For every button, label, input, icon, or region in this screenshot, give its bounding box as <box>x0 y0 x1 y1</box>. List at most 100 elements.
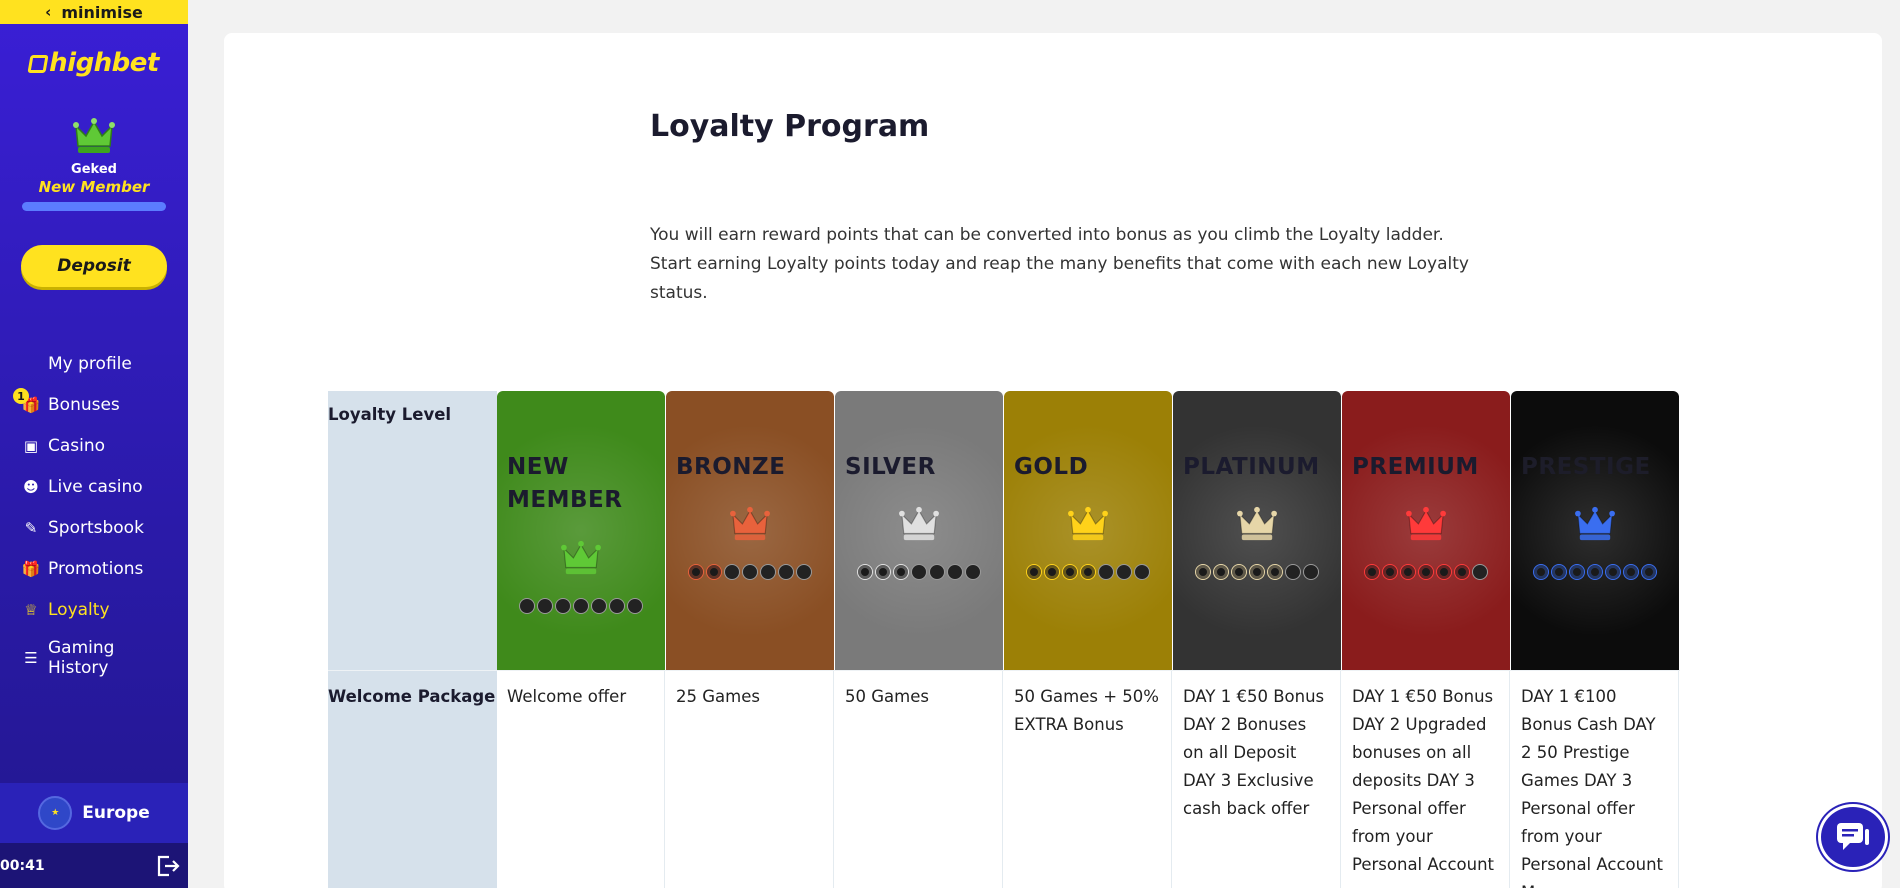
level-dot <box>742 564 758 580</box>
tier-platinum: PLATINUM <box>1173 391 1341 670</box>
welcome-package-cell: DAY 1 €100 Bonus Cash DAY 2 50 Prestige … <box>1511 671 1679 888</box>
level-dot <box>519 598 535 614</box>
tier-name: GOLD <box>1014 454 1089 480</box>
user-level: New Member <box>38 178 150 196</box>
level-dot <box>1080 564 1096 580</box>
sidebar: ‹ minimise highbet Geked New Member Depo… <box>0 0 188 888</box>
region-selector[interactable]: ★ Europe <box>0 783 188 843</box>
sidebar-item-sportsbook[interactable]: ✎ Sportsbook <box>0 507 188 548</box>
welcome-package-cell: DAY 1 €50 Bonus DAY 2 Bonuses on all Dep… <box>1173 671 1341 888</box>
level-dot <box>1587 564 1603 580</box>
tier-name: PLATINUM <box>1183 454 1320 480</box>
logout-icon[interactable] <box>156 855 180 877</box>
tier-headers: NEW MEMBER BRONZE SILVER GOLD PLATINUM P… <box>497 391 1680 670</box>
tier-name: SILVER <box>845 454 936 480</box>
level-dot <box>1303 564 1319 580</box>
welcome-package-cell: 50 Games + 50% EXTRA Bonus <box>1004 671 1172 888</box>
tier-progress-dots <box>1026 564 1150 580</box>
level-dot <box>1213 564 1229 580</box>
session-timer: 00:41 <box>0 857 45 874</box>
level-dot <box>1418 564 1434 580</box>
level-dot <box>965 564 981 580</box>
tier-name: BRONZE <box>676 454 786 480</box>
tier-progress-dots <box>857 564 981 580</box>
sidebar-item-loyalty[interactable]: ♕ Loyalty <box>0 589 188 630</box>
level-dot <box>760 564 776 580</box>
eu-flag-icon: ★ <box>38 796 73 830</box>
crown-icon <box>730 506 770 541</box>
region-label: Europe <box>82 803 150 823</box>
tier-progress-dots <box>1533 564 1657 580</box>
page-title: Loyalty Program <box>650 109 930 144</box>
level-dot <box>1267 564 1283 580</box>
level-dot <box>537 598 553 614</box>
tier-progress-dots <box>1195 564 1319 580</box>
tier-progress-dots <box>688 564 812 580</box>
level-dot <box>893 564 909 580</box>
table-row: Welcome Package Welcome offer 25 Games 50 … <box>328 670 1680 888</box>
chat-button[interactable] <box>1818 804 1888 870</box>
gift-icon: 🎁 <box>21 559 41 578</box>
welcome-cells: Welcome offer 25 Games 50 Games 50 Games + … <box>497 671 1680 888</box>
sidebar-item-promotions[interactable]: 🎁 Promotions <box>0 548 188 589</box>
row-label-welcome-package: Welcome Package <box>328 671 497 888</box>
level-dot <box>1231 564 1247 580</box>
level-dot <box>1044 564 1060 580</box>
level-dot <box>778 564 794 580</box>
sidebar-item-my-profile[interactable]: My profile <box>0 343 188 384</box>
username: Geked <box>71 162 117 177</box>
tier-name: NEW MEMBER <box>507 454 623 513</box>
tier-progress-dots <box>1364 564 1488 580</box>
sidebar-item-gaming-history[interactable]: ☰ Gaming History <box>0 630 188 686</box>
sidebar-nav: My profile 1 🎁 Bonuses ▣ Casino ☻ Live c… <box>0 343 188 686</box>
slot-machine-icon: ▣ <box>23 436 39 455</box>
crown-icon <box>561 540 601 575</box>
dealer-icon: ☻ <box>23 477 39 496</box>
level-dot <box>706 564 722 580</box>
crown-icon <box>1237 506 1277 541</box>
welcome-package-cell: Welcome offer <box>497 671 665 888</box>
user-panel: Geked New Member <box>0 116 188 211</box>
row-label-loyalty-level: Loyalty Level <box>328 391 497 670</box>
level-dot <box>1026 564 1042 580</box>
level-dot <box>1364 564 1380 580</box>
sidebar-item-live-casino[interactable]: ☻ Live casino <box>0 466 188 507</box>
tier-new-member: NEW MEMBER <box>497 391 665 670</box>
level-dot <box>627 598 643 614</box>
tier-name: PREMIUM <box>1352 454 1479 480</box>
level-dot <box>929 564 945 580</box>
chevron-left-icon: ‹ <box>45 3 52 21</box>
level-dot <box>1400 564 1416 580</box>
progress-fill <box>22 202 166 211</box>
welcome-package-cell: 50 Games <box>835 671 1003 888</box>
tier-silver: SILVER <box>835 391 1003 670</box>
welcome-package-cell: 25 Games <box>666 671 834 888</box>
tier-premium: PREMIUM <box>1342 391 1510 670</box>
level-dot <box>875 564 891 580</box>
logo-mark <box>27 55 49 73</box>
level-dot <box>1249 564 1265 580</box>
chat-icon <box>1837 823 1869 850</box>
level-dot <box>1116 564 1132 580</box>
loyalty-progress-bar <box>22 202 166 211</box>
deposit-button[interactable]: Deposit <box>21 245 167 287</box>
crown-icon <box>899 506 939 541</box>
crown-icon: ♕ <box>24 600 38 619</box>
crown-icon <box>73 118 115 153</box>
crown-icon <box>1575 506 1615 541</box>
sidebar-item-casino[interactable]: ▣ Casino <box>0 425 188 466</box>
level-dot <box>796 564 812 580</box>
level-dot <box>724 564 740 580</box>
level-dot <box>1195 564 1211 580</box>
level-dot <box>688 564 704 580</box>
tier-name: PRESTIGE <box>1521 454 1651 480</box>
sidebar-item-bonuses[interactable]: 1 🎁 Bonuses <box>0 384 188 425</box>
level-dot <box>1454 564 1470 580</box>
level-dot <box>609 598 625 614</box>
highbet-logo[interactable]: highbet <box>0 48 188 78</box>
minimise-label: minimise <box>61 2 143 22</box>
level-dot <box>1569 564 1585 580</box>
history-icon: ☰ <box>24 649 38 667</box>
level-dot <box>1605 564 1621 580</box>
minimise-button[interactable]: ‹ minimise <box>0 0 188 24</box>
